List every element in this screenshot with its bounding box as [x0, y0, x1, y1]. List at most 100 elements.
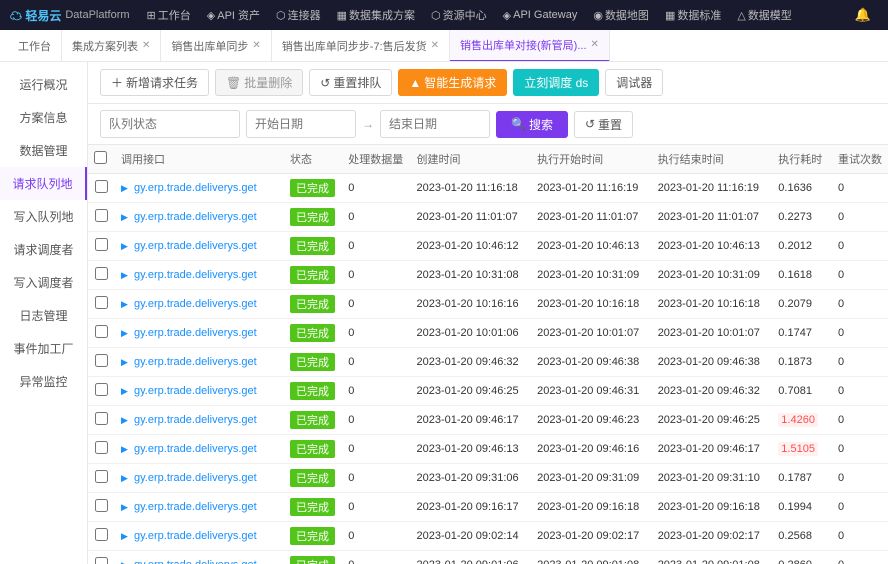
row-interface[interactable]: ▶ gy.erp.trade.deliverys.get [115, 406, 284, 435]
delete-icon: 🗑 [226, 76, 241, 90]
schedule-button[interactable]: 立刻调度 ds [513, 69, 599, 96]
tab-sales-new-active[interactable]: 销售出库单对接(新管局)...✕ [450, 30, 610, 62]
row-checkbox-cell[interactable] [88, 348, 115, 377]
nav-resource[interactable]: ⬡ 资源中心 [424, 5, 494, 25]
row-retry: 0 [832, 290, 888, 319]
row-interface[interactable]: ▶ gy.erp.trade.deliverys.get [115, 551, 284, 564]
row-checkbox[interactable] [95, 325, 108, 338]
nav-data-map[interactable]: ◉ 数据地图 [586, 5, 656, 25]
row-interface[interactable]: ▶ gy.erp.trade.deliverys.get [115, 348, 284, 377]
row-checkbox[interactable] [95, 412, 108, 425]
row-interface[interactable]: ▶ gy.erp.trade.deliverys.get [115, 522, 284, 551]
row-checkbox[interactable] [95, 354, 108, 367]
row-end-time: 2023-01-20 09:46:32 [652, 377, 773, 406]
row-interface[interactable]: ▶ gy.erp.trade.deliverys.get [115, 464, 284, 493]
row-checkbox-cell[interactable] [88, 493, 115, 522]
row-checkbox-cell[interactable] [88, 290, 115, 319]
sidebar-item-overview[interactable]: 运行概况 [0, 68, 87, 101]
row-create-time: 2023-01-20 10:01:06 [410, 319, 531, 348]
tab-solution-list[interactable]: 集成方案列表✕ [62, 30, 161, 62]
row-status: 已完成 [284, 435, 342, 464]
status-filter[interactable] [100, 110, 240, 138]
row-checkbox-cell[interactable] [88, 377, 115, 406]
row-checkbox-cell[interactable] [88, 319, 115, 348]
sidebar-item-data-mgmt[interactable]: 数据管理 [0, 134, 87, 167]
table-row: ▶ gy.erp.trade.deliverys.get 已完成 0 2023-… [88, 203, 888, 232]
select-all-checkbox[interactable] [94, 151, 107, 164]
row-checkbox[interactable] [95, 470, 108, 483]
batch-delete-button[interactable]: 🗑 批量删除 [215, 69, 303, 96]
row-checkbox-cell[interactable] [88, 261, 115, 290]
row-checkbox-cell[interactable] [88, 203, 115, 232]
row-checkbox[interactable] [95, 209, 108, 222]
nav-connector[interactable]: ⬡ 连接器 [269, 5, 328, 25]
row-end-time: 2023-01-20 11:16:19 [652, 174, 773, 203]
sidebar-item-request-scheduler[interactable]: 请求调度者 [0, 233, 87, 266]
row-checkbox[interactable] [95, 499, 108, 512]
row-checkbox[interactable] [95, 528, 108, 541]
row-checkbox-cell[interactable] [88, 232, 115, 261]
row-checkbox[interactable] [95, 238, 108, 251]
sidebar-item-solution-info[interactable]: 方案信息 [0, 101, 87, 134]
sidebar-item-write-queue[interactable]: 写入队列地 [0, 200, 87, 233]
row-checkbox-cell[interactable] [88, 435, 115, 464]
row-checkbox[interactable] [95, 296, 108, 309]
row-interface[interactable]: ▶ gy.erp.trade.deliverys.get [115, 261, 284, 290]
reorder-icon: ↺ [320, 76, 330, 90]
smart-gen-button[interactable]: ▲ 智能生成请求 [398, 69, 507, 96]
sidebar-item-write-scheduler[interactable]: 写入调度者 [0, 266, 87, 299]
row-create-time: 2023-01-20 09:46:17 [410, 406, 531, 435]
nav-data-standard[interactable]: ▦ 数据标准 [658, 5, 728, 25]
sidebar-item-log-mgmt[interactable]: 日志管理 [0, 299, 87, 332]
row-interface[interactable]: ▶ gy.erp.trade.deliverys.get [115, 319, 284, 348]
nav-workbench[interactable]: ⊞ 工作台 [140, 5, 198, 25]
row-interface[interactable]: ▶ gy.erp.trade.deliverys.get [115, 232, 284, 261]
row-end-time: 2023-01-20 09:01:08 [652, 551, 773, 564]
tab-sales-out[interactable]: 销售出库单同步✕ [161, 30, 271, 62]
nav-data-integration[interactable]: ▦ 数据集成方案 [330, 5, 422, 25]
tab-workbench[interactable]: 工作台 [8, 30, 62, 62]
plus-icon: ＋ [111, 74, 123, 91]
row-process: 0 [342, 290, 410, 319]
reorder-button[interactable]: ↺ 重置排队 [309, 69, 392, 96]
row-checkbox-cell[interactable] [88, 174, 115, 203]
row-checkbox[interactable] [95, 557, 108, 564]
sidebar: 运行概况 方案信息 数据管理 请求队列地 写入队列地 请求调度者 写入调度者 日… [0, 62, 88, 564]
play-icon: ▶ [121, 299, 128, 309]
row-checkbox-cell[interactable] [88, 406, 115, 435]
start-date-input[interactable] [246, 110, 356, 138]
nav-notification[interactable]: 🔔 [848, 5, 878, 25]
row-checkbox-cell[interactable] [88, 522, 115, 551]
row-checkbox[interactable] [95, 180, 108, 193]
row-interface[interactable]: ▶ gy.erp.trade.deliverys.get [115, 290, 284, 319]
row-checkbox[interactable] [95, 383, 108, 396]
end-date-input[interactable] [380, 110, 490, 138]
tab-sales-step7[interactable]: 销售出库单同步步-7:售后发货✕ [272, 30, 450, 62]
sidebar-item-anomaly-monitor[interactable]: 异常监控 [0, 365, 87, 398]
sidebar-item-event-factory[interactable]: 事件加工厂 [0, 332, 87, 365]
col-header-create: 创建时间 [410, 145, 531, 174]
sidebar-item-request-queue[interactable]: 请求队列地 [0, 167, 87, 200]
row-checkbox[interactable] [95, 441, 108, 454]
row-interface[interactable]: ▶ gy.erp.trade.deliverys.get [115, 377, 284, 406]
row-status: 已完成 [284, 522, 342, 551]
row-checkbox-cell[interactable] [88, 464, 115, 493]
row-start-time: 2023-01-20 10:01:07 [531, 319, 652, 348]
row-checkbox-cell[interactable] [88, 551, 115, 564]
search-button[interactable]: 🔍 搜索 [496, 111, 568, 138]
debugger-button[interactable]: 调试器 [605, 69, 663, 96]
new-task-button[interactable]: ＋ 新增请求任务 [100, 69, 209, 96]
table-row: ▶ gy.erp.trade.deliverys.get 已完成 0 2023-… [88, 232, 888, 261]
row-checkbox[interactable] [95, 267, 108, 280]
row-interface[interactable]: ▶ gy.erp.trade.deliverys.get [115, 203, 284, 232]
nav-api-gateway[interactable]: ◈ API Gateway [496, 7, 585, 24]
row-interface[interactable]: ▶ gy.erp.trade.deliverys.get [115, 174, 284, 203]
row-interface[interactable]: ▶ gy.erp.trade.deliverys.get [115, 493, 284, 522]
row-retry: 0 [832, 522, 888, 551]
row-status: 已完成 [284, 493, 342, 522]
nav-data-model[interactable]: △ 数据模型 [730, 5, 798, 25]
nav-api-assets[interactable]: ◈ API 资产 [200, 5, 267, 25]
tab-bar: 工作台 集成方案列表✕ 销售出库单同步✕ 销售出库单同步步-7:售后发货✕ 销售… [0, 30, 888, 62]
row-interface[interactable]: ▶ gy.erp.trade.deliverys.get [115, 435, 284, 464]
reset-button[interactable]: ↺ 重置 [574, 111, 633, 138]
